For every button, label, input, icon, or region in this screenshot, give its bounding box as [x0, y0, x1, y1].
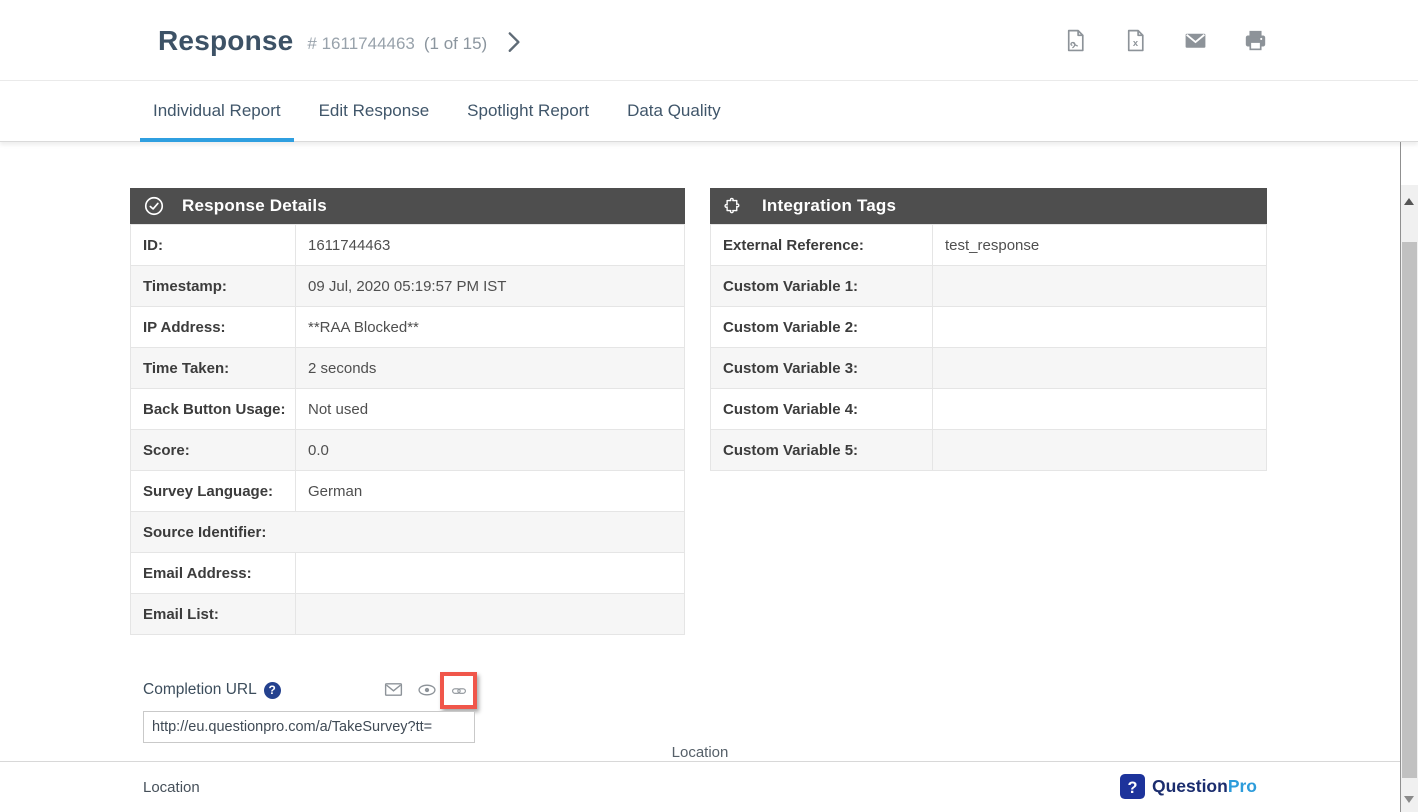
row-value: 0.0	[296, 430, 685, 471]
table-row: Custom Variable 4:	[711, 389, 1267, 430]
panel-title: Integration Tags	[762, 196, 896, 216]
table-row: Survey Language:German	[131, 471, 685, 512]
row-value	[933, 430, 1267, 471]
tab-data-quality[interactable]: Data Quality	[614, 81, 734, 141]
row-label: Custom Variable 3:	[711, 348, 933, 389]
row-value	[933, 389, 1267, 430]
row-label: External Reference:	[711, 225, 933, 266]
chevron-right-icon[interactable]	[500, 28, 526, 54]
table-row: Back Button Usage:Not used	[131, 389, 685, 430]
row-label: Email List:	[131, 594, 296, 635]
check-circle-icon	[143, 195, 165, 217]
completion-url-input[interactable]	[143, 711, 475, 743]
row-value: 1611744463	[296, 225, 685, 266]
section-divider	[0, 761, 1400, 762]
row-value	[296, 594, 685, 635]
row-value: **RAA Blocked**	[296, 307, 685, 348]
table-row: Score:0.0	[131, 430, 685, 471]
row-label: Back Button Usage:	[131, 389, 296, 430]
tab-individual-report[interactable]: Individual Report	[140, 81, 294, 141]
questionpro-logo-mark: ?	[1120, 774, 1145, 799]
integration-tags-table: External Reference:test_response Custom …	[710, 224, 1267, 471]
section-header: Source Identifier:	[131, 512, 685, 553]
row-value: Not used	[296, 389, 685, 430]
scroll-up-arrow-icon[interactable]	[1404, 198, 1414, 205]
panel-title: Response Details	[182, 196, 327, 216]
page-title: Response	[158, 25, 293, 57]
send-email-icon[interactable]	[383, 679, 404, 700]
row-label: Email Address:	[131, 553, 296, 594]
table-row: Custom Variable 5:	[711, 430, 1267, 471]
table-row: IP Address:**RAA Blocked**	[131, 307, 685, 348]
row-label: Survey Language:	[131, 471, 296, 512]
scrollbar-thumb[interactable]	[1402, 242, 1417, 778]
row-value: 09 Jul, 2020 05:19:57 PM IST	[296, 266, 685, 307]
integration-tags-panel: Integration Tags External Reference:test…	[710, 188, 1267, 471]
envelope-icon[interactable]	[1183, 28, 1208, 53]
report-tabs: Individual Report Edit Response Spotligh…	[0, 81, 1418, 142]
table-row: Email Address:	[131, 553, 685, 594]
table-row: External Reference:test_response	[711, 225, 1267, 266]
row-label: Custom Variable 4:	[711, 389, 933, 430]
row-value	[933, 307, 1267, 348]
scroll-down-arrow-icon[interactable]	[1404, 796, 1414, 803]
row-value	[933, 348, 1267, 389]
row-label: Time Taken:	[131, 348, 296, 389]
row-value: 2 seconds	[296, 348, 685, 389]
row-label: Score:	[131, 430, 296, 471]
table-row: Custom Variable 3:	[711, 348, 1267, 389]
eye-icon[interactable]	[417, 680, 437, 700]
svg-text:x: x	[1133, 38, 1139, 48]
response-details-panel: Response Details ID:1611744463 Timestamp…	[130, 188, 685, 635]
row-label: ID:	[131, 225, 296, 266]
row-label: Timestamp:	[131, 266, 296, 307]
puzzle-icon	[723, 195, 745, 217]
brand-pro-text: Pro	[1228, 776, 1257, 796]
row-value	[933, 266, 1267, 307]
link-icon	[450, 682, 468, 700]
location-heading: Location	[143, 779, 200, 796]
response-page: Response # 1611744463 (1 of 15) x	[0, 0, 1418, 812]
table-row: Time Taken:2 seconds	[131, 348, 685, 389]
row-label: Custom Variable 2:	[711, 307, 933, 348]
top-bar: Response # 1611744463 (1 of 15) x	[0, 0, 1418, 81]
response-id: # 1611744463	[307, 28, 414, 54]
tab-edit-response[interactable]: Edit Response	[306, 81, 443, 141]
response-position: (1 of 15)	[424, 28, 487, 54]
pdf-file-icon[interactable]	[1063, 28, 1088, 53]
tab-spotlight-report[interactable]: Spotlight Report	[454, 81, 602, 141]
row-label: IP Address:	[131, 307, 296, 348]
table-row: Custom Variable 2:	[711, 307, 1267, 348]
row-value	[296, 553, 685, 594]
row-label: Custom Variable 5:	[711, 430, 933, 471]
table-row: ID:1611744463	[131, 225, 685, 266]
row-label: Custom Variable 1:	[711, 266, 933, 307]
vertical-scrollbar[interactable]	[1401, 185, 1418, 812]
completion-url-label: Completion URL	[143, 681, 257, 699]
brand-question-text: Question	[1152, 776, 1228, 796]
table-row: Email List:	[131, 594, 685, 635]
table-row: Custom Variable 1:	[711, 266, 1267, 307]
excel-file-icon[interactable]: x	[1123, 28, 1148, 53]
row-value: test_response	[933, 225, 1267, 266]
copy-link-button[interactable]	[440, 672, 477, 709]
printer-icon[interactable]	[1243, 28, 1268, 53]
table-row: Timestamp:09 Jul, 2020 05:19:57 PM IST	[131, 266, 685, 307]
questionpro-logo[interactable]: ? QuestionPro	[1120, 774, 1257, 799]
completion-url-section: Completion URL ?	[143, 672, 488, 747]
response-details-header: Response Details	[130, 188, 685, 224]
integration-tags-header: Integration Tags	[710, 188, 1267, 224]
location-section-title: Location	[0, 744, 1400, 761]
row-value: German	[296, 471, 685, 512]
source-identifier-row: Source Identifier:	[131, 512, 685, 553]
help-icon[interactable]: ?	[264, 682, 281, 699]
svg-text:?: ?	[1127, 779, 1137, 797]
response-details-table: ID:1611744463 Timestamp:09 Jul, 2020 05:…	[130, 224, 685, 635]
